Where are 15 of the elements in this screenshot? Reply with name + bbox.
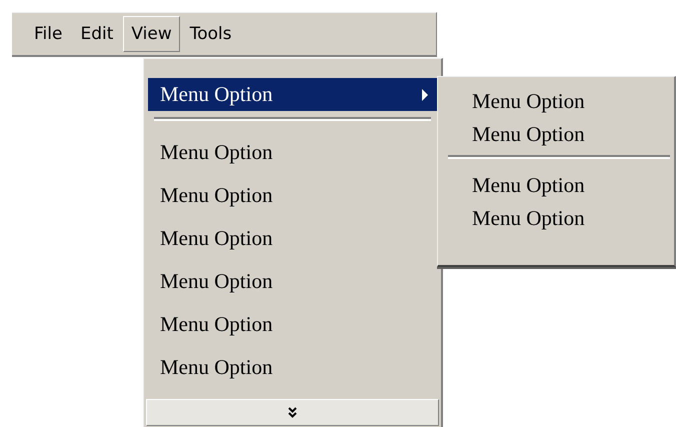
menu-item[interactable]: Menu Option — [446, 118, 670, 151]
menu-item[interactable]: Menu Option — [148, 78, 437, 111]
menu-bar-item[interactable]: View — [123, 16, 180, 52]
menu-item[interactable]: Menu Option — [446, 169, 670, 202]
menu-bar-item[interactable]: Tools — [182, 16, 240, 52]
menu-item[interactable]: Menu Option — [148, 131, 437, 174]
menu-bar-item[interactable]: File — [26, 16, 70, 52]
menu-item[interactable]: Menu Option — [148, 174, 437, 217]
menu-item[interactable]: Menu Option — [148, 346, 437, 389]
menu-item[interactable]: Menu Option — [148, 217, 437, 260]
menu-item[interactable]: Menu Option — [148, 303, 437, 346]
menu-item[interactable]: Menu Option — [446, 202, 670, 235]
menu-bar-item[interactable]: Edit — [72, 16, 122, 52]
menu-item[interactable]: Menu Option — [446, 85, 670, 118]
menu-item[interactable]: Menu Option — [148, 260, 437, 303]
